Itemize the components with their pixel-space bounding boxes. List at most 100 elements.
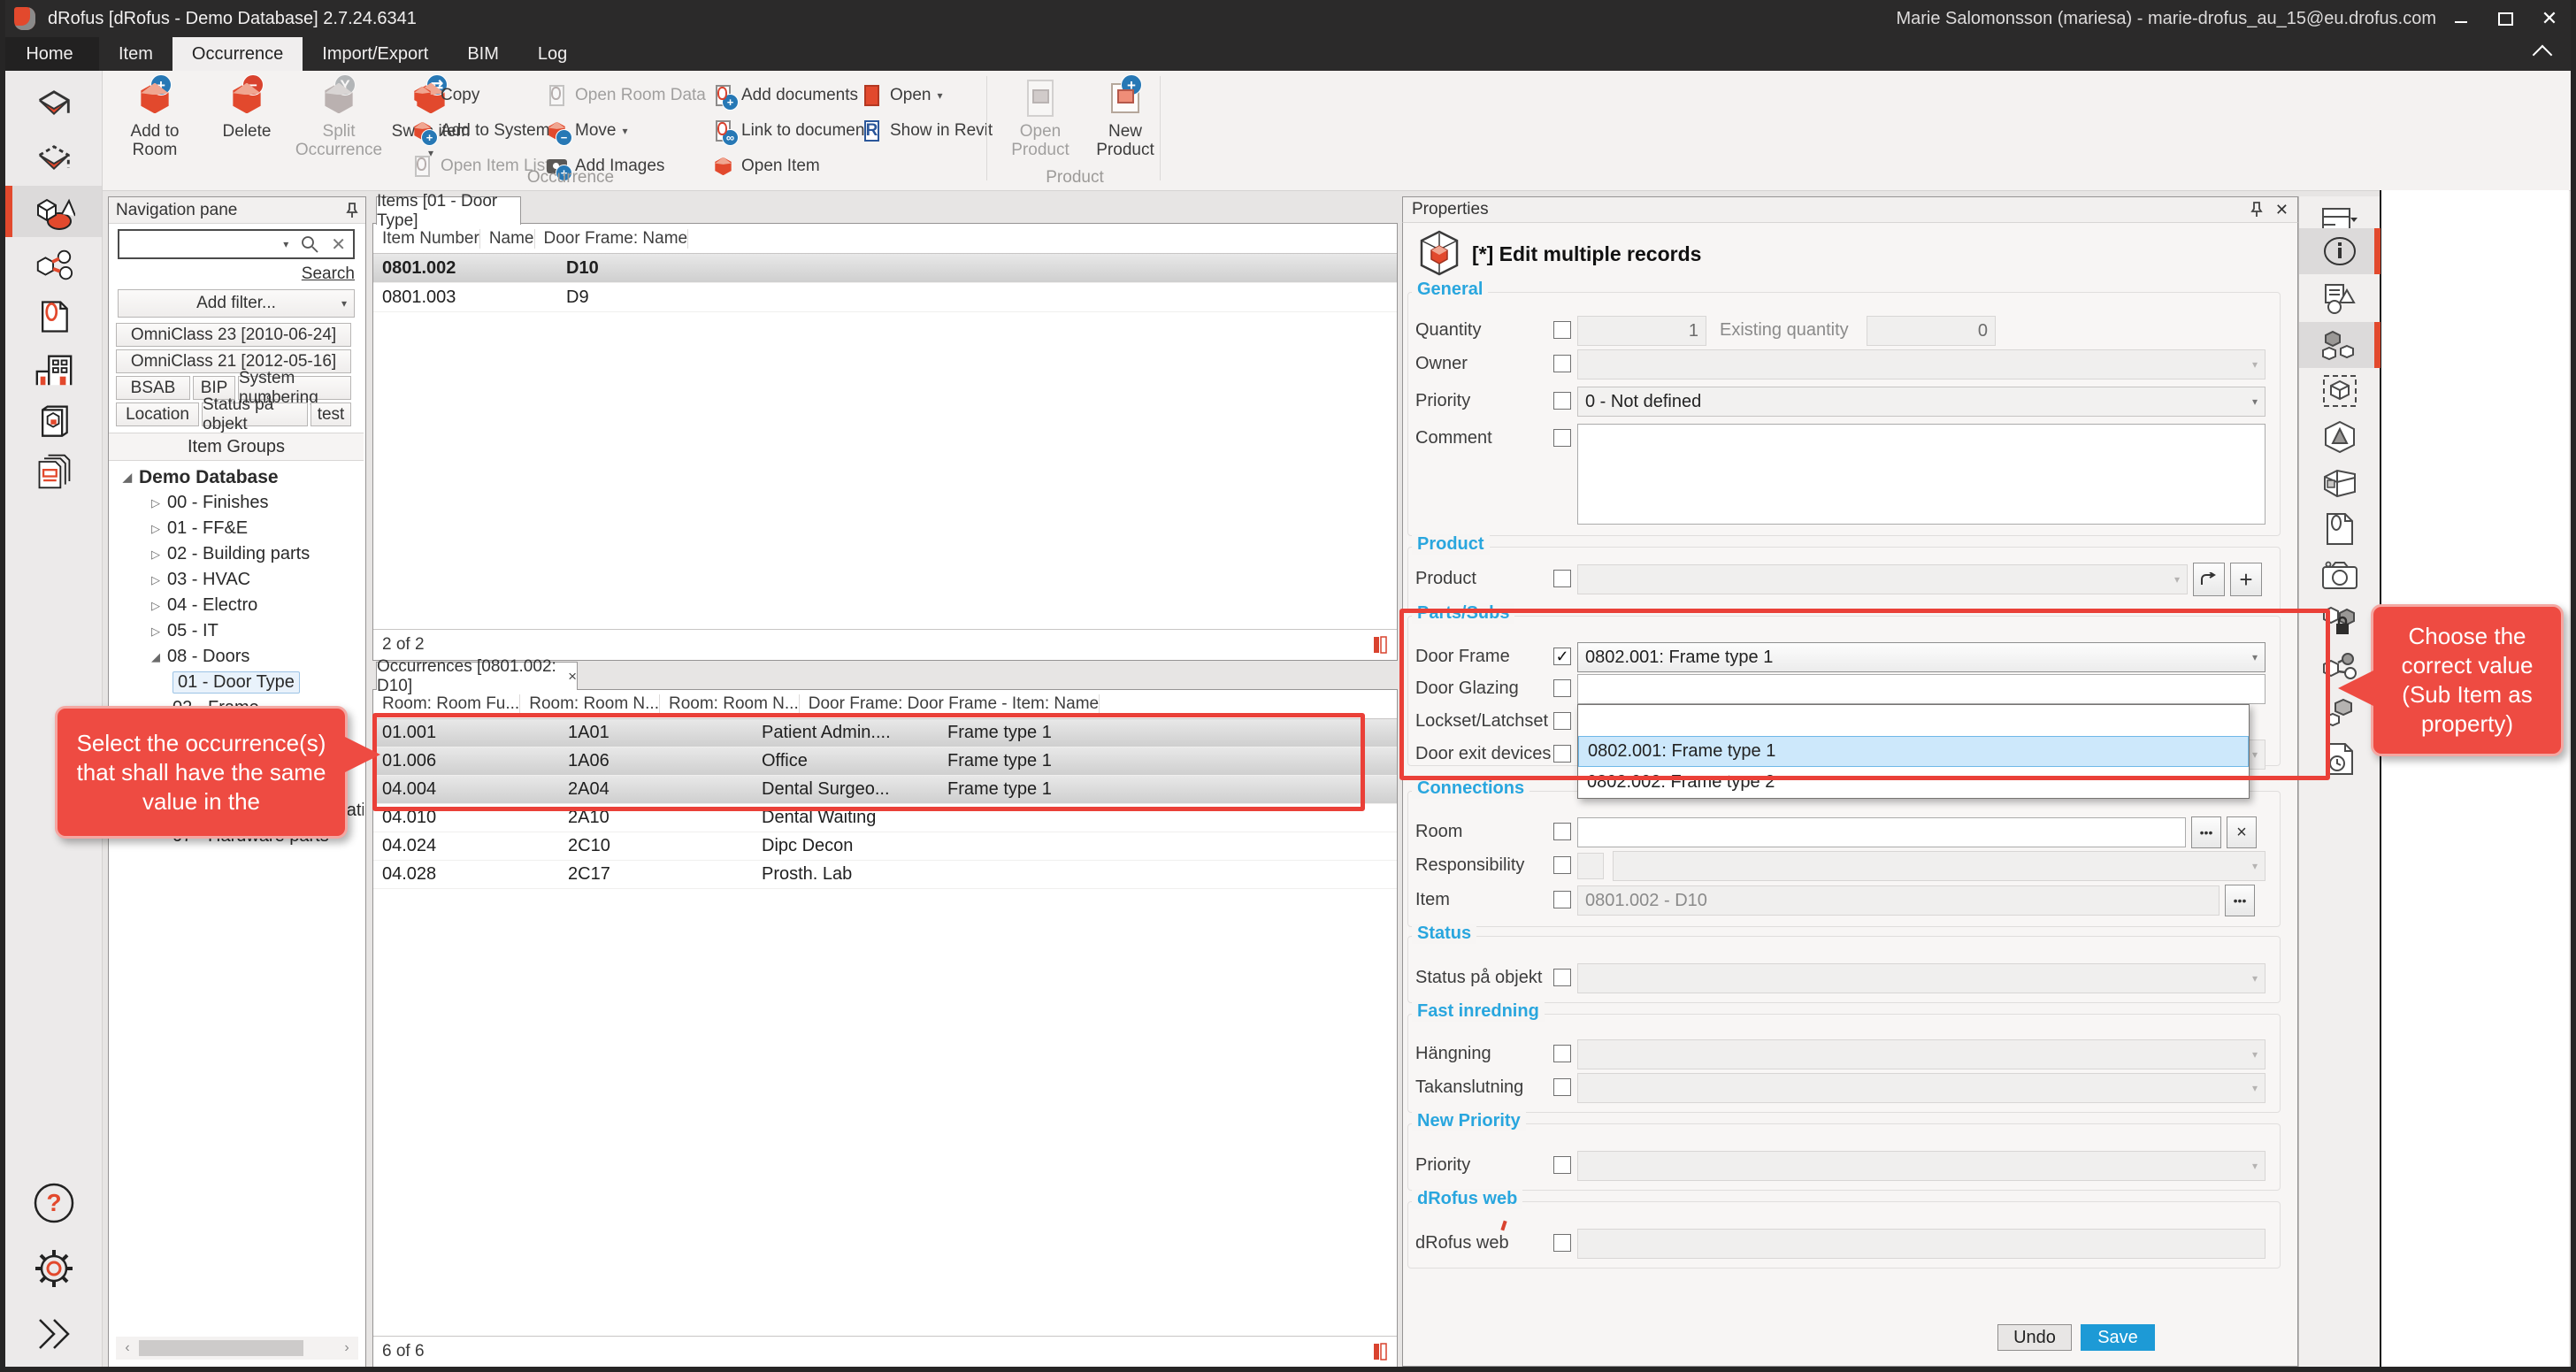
bim-object-icon[interactable]: [2299, 368, 2380, 414]
new-priority-dropdown[interactable]: ▾: [1577, 1151, 2266, 1181]
maximize-button[interactable]: [2486, 4, 2525, 34]
status-objekt-dropdown[interactable]: ▾: [1577, 963, 2266, 993]
columns-icon[interactable]: [1373, 635, 1388, 655]
occurrence-row[interactable]: 04.024 2C10 Dipc Decon: [373, 832, 1397, 861]
column-header[interactable]: Name: [480, 229, 535, 249]
sub-items-icon[interactable]: [2299, 322, 2380, 368]
ribbon-tab[interactable]: BIM: [448, 37, 518, 71]
filter-button[interactable]: BSAB: [116, 376, 190, 400]
tree-expander-icon[interactable]: ▷: [144, 548, 167, 562]
sidebar-buildings-icon[interactable]: [5, 345, 102, 395]
ribbon-tab[interactable]: Home: [0, 37, 99, 71]
ribbon-tab[interactable]: Log: [518, 37, 586, 71]
new-product-button[interactable]: +: [2230, 563, 2262, 596]
takanslutning-checkbox[interactable]: [1553, 1078, 1571, 1096]
comment-checkbox[interactable]: [1553, 429, 1571, 447]
door-glazing-combo-open[interactable]: [1577, 674, 2266, 704]
door-frame-checkbox[interactable]: ✓: [1553, 648, 1571, 665]
product-types-icon[interactable]: [2299, 414, 2380, 460]
ribbon-tab[interactable]: Occurrence: [172, 37, 303, 71]
item-browse-button[interactable]: •••: [2225, 885, 2255, 916]
tree-expander-icon[interactable]: ▷: [144, 522, 167, 536]
door-frame-dropdown[interactable]: 0802.001: Frame type 1▾: [1577, 642, 2266, 672]
search-icon[interactable]: [301, 235, 318, 253]
dropdown-option[interactable]: 0802.002: Frame type 2: [1578, 767, 2249, 798]
filter-button[interactable]: test: [310, 402, 351, 426]
column-header[interactable]: Door Frame: Door Frame - Item: Name: [800, 694, 1100, 714]
occurrence-row[interactable]: 01.001 1A01 Patient Admin.... Frame type…: [373, 719, 1397, 747]
sidebar-items-icon[interactable]: [5, 186, 102, 237]
ribbon-small-button[interactable]: ∞Link to documents: [708, 113, 881, 149]
comment-textarea[interactable]: [1577, 424, 2266, 525]
dropdown-option[interactable]: 0802.001: Frame type 1: [1578, 736, 2249, 767]
nav-horizontal-scrollbar[interactable]: ‹ ›: [116, 1337, 358, 1360]
ribbon-small-button[interactable]: Open▾: [856, 78, 996, 113]
drofus-web-checkbox[interactable]: [1553, 1234, 1571, 1252]
sidebar-rooms-icon[interactable]: [5, 83, 102, 133]
responsibility-dropdown[interactable]: ▾: [1613, 851, 2266, 881]
tree-item[interactable]: 01 - Door Type: [109, 670, 364, 695]
ribbon-large-button[interactable]: Open Product: [1000, 76, 1080, 168]
ribbon-small-button[interactable]: Open Room Data: [541, 78, 709, 113]
column-header[interactable]: Item Number: [373, 229, 480, 249]
owner-dropdown[interactable]: ▾: [1577, 349, 2266, 379]
occurrence-row[interactable]: 04.010 2A10 Dental Waiting: [373, 804, 1397, 832]
close-tab-icon[interactable]: ×: [568, 668, 577, 686]
column-header[interactable]: Room: Room N...: [660, 694, 800, 714]
clear-search-icon[interactable]: ✕: [331, 234, 346, 256]
column-header[interactable]: Door Frame: Name: [535, 229, 689, 249]
sidebar-reports-icon[interactable]: [5, 447, 102, 496]
room-input[interactable]: [1577, 817, 2186, 847]
occurrence-row[interactable]: 04.004 2A04 Dental Surgeo... Frame type …: [373, 776, 1397, 804]
search-link[interactable]: Search: [295, 264, 355, 284]
occurrences-tab[interactable]: Occurrences [0801.002: D10] ×: [376, 662, 578, 690]
undo-button[interactable]: Undo: [1997, 1324, 2072, 1351]
tree-item[interactable]: ▷ 00 - Finishes: [109, 490, 364, 516]
pin-icon[interactable]: [346, 203, 358, 218]
documents-icon[interactable]: [2299, 506, 2380, 552]
item-checkbox[interactable]: [1553, 891, 1571, 908]
tree-item[interactable]: ◢ Demo Database: [109, 464, 364, 490]
quantity-input[interactable]: 1: [1577, 316, 1706, 346]
filter-button[interactable]: Status på objekt: [202, 402, 308, 426]
ribbon-small-button[interactable]: Open Item: [708, 149, 881, 184]
scroll-thumb[interactable]: [139, 1340, 303, 1356]
quantity-checkbox[interactable]: [1553, 321, 1571, 339]
dropdown-option[interactable]: [1578, 705, 2249, 736]
ribbon-large-button[interactable]: − Delete: [203, 76, 291, 168]
ribbon-small-button[interactable]: Show in Revit: [856, 113, 996, 149]
priority-dropdown[interactable]: 0 - Not defined▾: [1577, 387, 2266, 417]
tree-item[interactable]: ▷ 01 - FF&E: [109, 516, 364, 541]
search-history-chevron-icon[interactable]: ▾: [283, 238, 288, 250]
add-filter-dropdown[interactable]: Add filter... ▾: [118, 289, 355, 318]
tree-item[interactable]: ▷ 04 - Electro: [109, 593, 364, 618]
tree-item[interactable]: ▷ 03 - HVAC: [109, 567, 364, 593]
tree-item[interactable]: ▷ 02 - Building parts: [109, 541, 364, 567]
scroll-right-icon[interactable]: ›: [335, 1340, 358, 1356]
new-priority-checkbox[interactable]: [1553, 1156, 1571, 1174]
minimize-button[interactable]: [2442, 4, 2480, 34]
sidebar-product-catalog-icon[interactable]: [5, 398, 102, 448]
room-browse-button[interactable]: •••: [2191, 816, 2221, 848]
settings-gear-icon[interactable]: [5, 1244, 102, 1293]
ribbon-small-button[interactable]: Copy: [407, 78, 554, 113]
items-tab[interactable]: Items [01 - Door Type]: [376, 196, 521, 225]
scroll-left-icon[interactable]: ‹: [116, 1340, 139, 1356]
door-glazing-checkbox[interactable]: [1553, 679, 1571, 697]
sidebar-room-templates-icon[interactable]: [5, 138, 102, 188]
expand-sidebar-icon[interactable]: [5, 1309, 102, 1359]
ribbon-large-button[interactable]: Y Split Occurrence: [295, 76, 383, 168]
ribbon-small-button[interactable]: −Move▾: [541, 113, 709, 149]
info-icon[interactable]: [2299, 228, 2380, 274]
occurrence-row[interactable]: 04.028 2C17 Prosth. Lab: [373, 861, 1397, 889]
tree-expander-icon[interactable]: ▷: [144, 496, 167, 510]
sidebar-documents-icon[interactable]: [5, 292, 102, 341]
column-header[interactable]: Room: Room Fu...: [373, 694, 520, 714]
filter-button[interactable]: OmniClass 23 [2010-06-24]: [116, 323, 351, 347]
tree-expander-icon[interactable]: ▷: [144, 625, 167, 639]
product-checkbox[interactable]: [1553, 570, 1571, 587]
ribbon-tab[interactable]: Item: [99, 37, 172, 71]
existing-quantity-input[interactable]: 0: [1867, 316, 1996, 346]
products-icon[interactable]: [2299, 460, 2380, 506]
ribbon-small-button[interactable]: +Add documents: [708, 78, 881, 113]
